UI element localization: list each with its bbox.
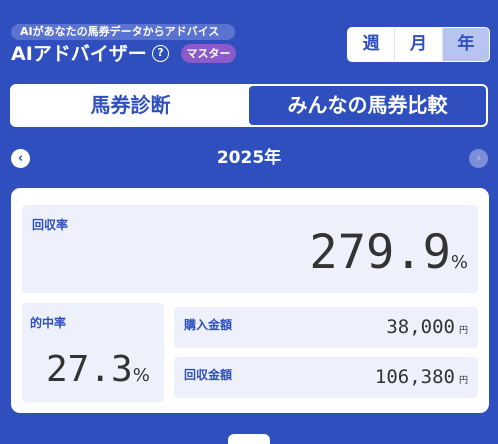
bottom-tab-handle	[228, 434, 270, 444]
recovery-rate-value: 279.9%	[309, 225, 468, 280]
hit-rate-label: 的中率	[30, 316, 67, 330]
main-tabs: 馬券診断 みんなの馬券比較	[10, 84, 488, 127]
purchase-amount-panel: 購入金額 38,000 円	[174, 307, 478, 348]
return-amount-panel: 回収金額 106,380 円	[174, 357, 478, 398]
purchase-amount-label: 購入金額	[184, 318, 233, 332]
hit-rate-panel: 的中率 27.3%	[22, 303, 164, 402]
return-amount-label: 回収金額	[184, 368, 233, 382]
return-amount-value: 106,380 円	[374, 366, 468, 388]
period-tab-year[interactable]: 年	[442, 28, 489, 61]
tab-ticket-diagnosis[interactable]: 馬券診断	[12, 86, 249, 125]
app-title: AIアドバイザー	[11, 43, 147, 65]
hit-rate-value: 27.3%	[46, 349, 150, 390]
help-icon[interactable]: ?	[152, 45, 169, 62]
period-selector: 週 月 年	[347, 27, 490, 62]
recovery-rate-panel: 回収率 279.9%	[22, 205, 478, 293]
tagline: AIがあなたの馬券データからアドバイス	[11, 24, 235, 40]
stats-card: 回収率 279.9% 的中率 27.3% 購入金額 38,000 円 回収金額 1…	[11, 188, 489, 413]
chevron-right-icon[interactable]: ›	[469, 149, 488, 168]
period-tab-month[interactable]: 月	[395, 28, 443, 61]
year-label: 2025年	[216, 148, 282, 168]
purchase-amount-value: 38,000 円	[386, 316, 468, 338]
tab-everyone-comparison[interactable]: みんなの馬券比較	[249, 86, 486, 125]
rank-badge: マスター	[181, 44, 236, 63]
recovery-rate-label: 回収率	[32, 218, 69, 232]
period-tab-week[interactable]: 週	[348, 28, 396, 61]
